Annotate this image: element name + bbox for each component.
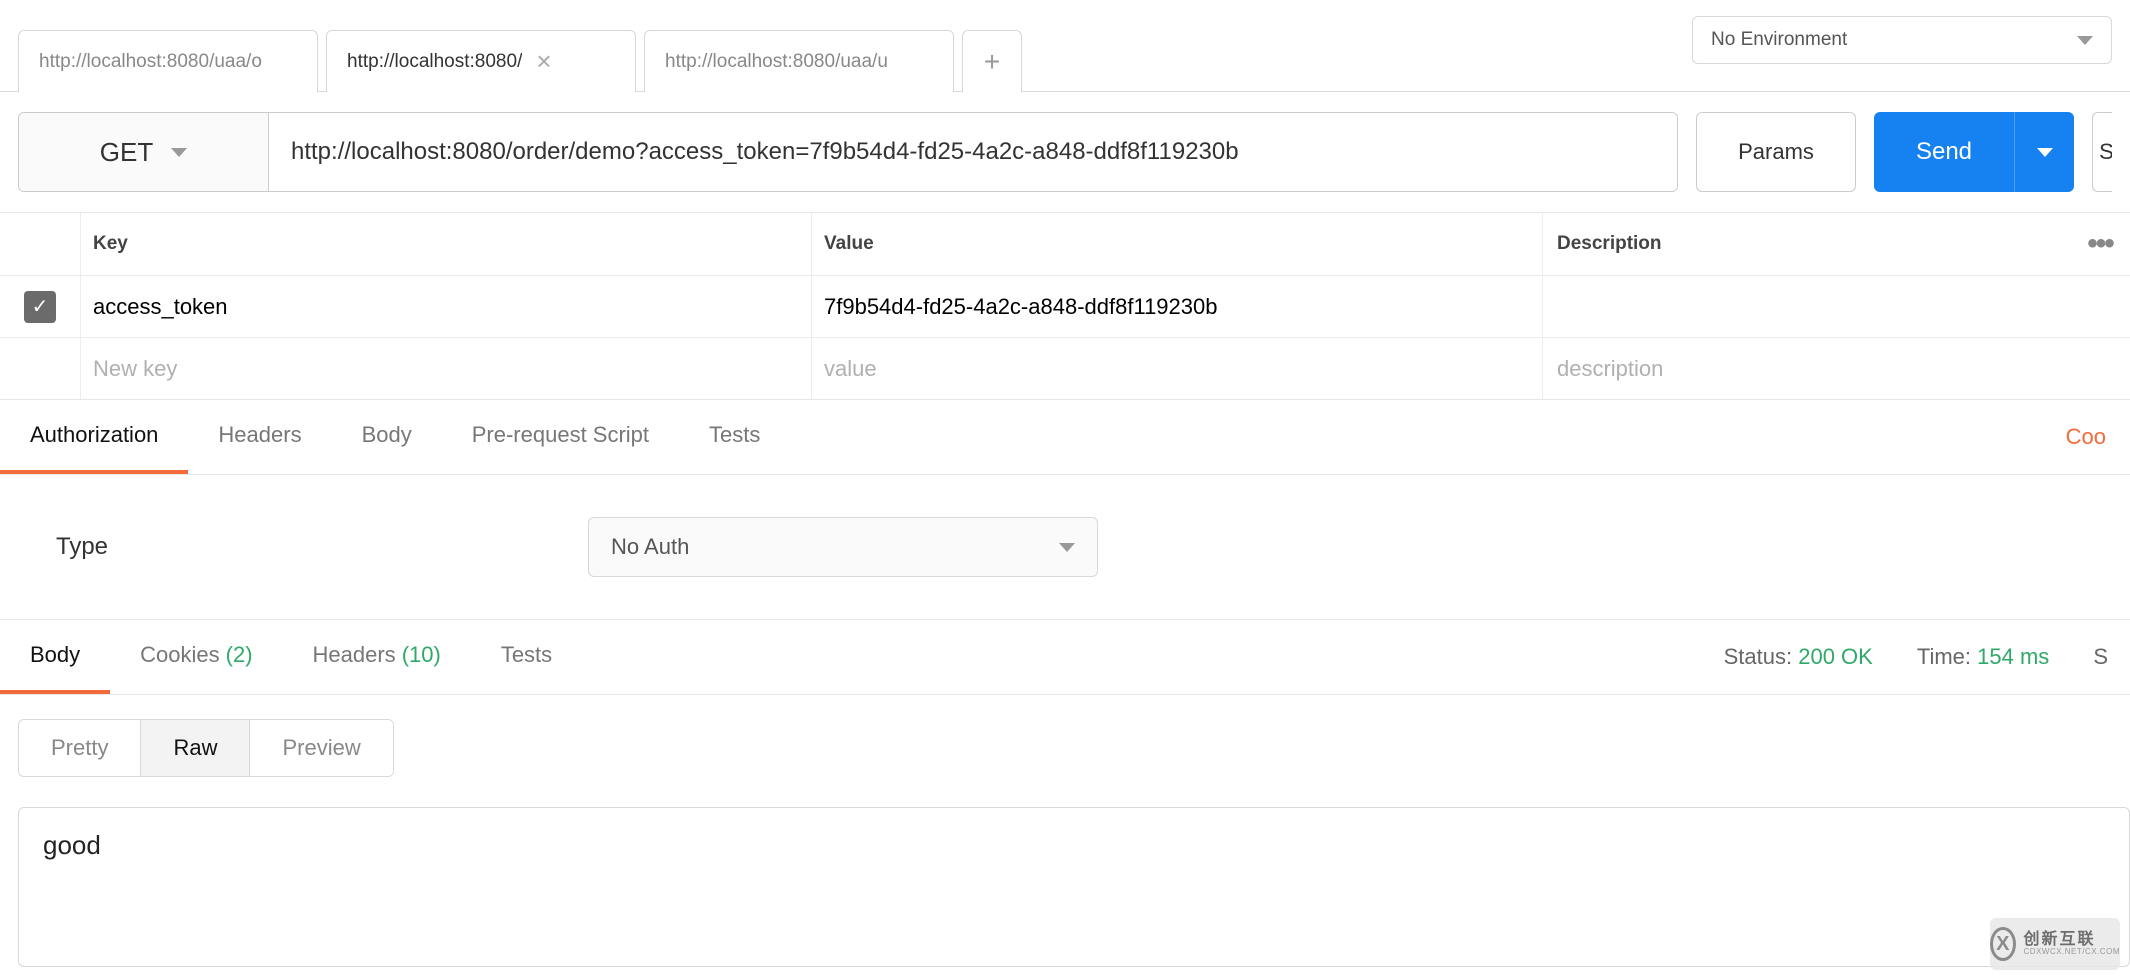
close-icon[interactable]: ×	[536, 46, 551, 77]
new-value-input[interactable]	[824, 356, 1542, 382]
method-select[interactable]: GET	[19, 113, 269, 191]
plus-icon: +	[984, 46, 1000, 78]
request-input-group: GET	[18, 112, 1678, 192]
table-row	[0, 275, 2130, 337]
watermark-icon: X	[1990, 927, 2016, 961]
params-more-button[interactable]: •••	[2070, 227, 2130, 261]
watermark: X 创新互联 CDXWCX.NET/CX.COM	[1990, 918, 2120, 970]
resp-tab-cookies[interactable]: Cookies(2)	[110, 620, 282, 694]
tab-2[interactable]: http://localhost:8080/uaa/u	[644, 30, 954, 92]
response-view-toggle: Pretty Raw Preview	[18, 719, 394, 777]
tab-0[interactable]: http://localhost:8080/uaa/o	[18, 30, 318, 92]
status-value: 200 OK	[1798, 644, 1873, 669]
size-label-edge: S	[2093, 644, 2108, 670]
tab-prerequest-script[interactable]: Pre-request Script	[442, 400, 679, 474]
new-description-input[interactable]	[1557, 356, 2070, 382]
method-label: GET	[100, 137, 153, 168]
tab-body[interactable]: Body	[332, 400, 442, 474]
tab-authorization[interactable]: Authorization	[0, 400, 188, 474]
params-table: Key Value Description •••	[0, 212, 2130, 400]
request-row: GET Params Send S	[0, 92, 2130, 212]
save-button-edge[interactable]: S	[2092, 112, 2112, 192]
tab-0-label: http://localhost:8080/uaa/o	[39, 51, 262, 73]
more-icon: •••	[2087, 227, 2113, 261]
response-meta: Status: 200 OK Time: 154 ms S	[1724, 644, 2108, 670]
time-label: Time:	[1917, 644, 1971, 669]
table-row-new	[0, 337, 2130, 399]
send-button[interactable]: Send	[1874, 112, 2014, 192]
view-raw-button[interactable]: Raw	[141, 720, 250, 776]
tab-1-label: http://localhost:8080/	[347, 51, 522, 73]
param-key-input[interactable]	[93, 294, 811, 320]
new-tab-button[interactable]: +	[962, 30, 1022, 92]
send-dropdown-button[interactable]	[2014, 112, 2074, 192]
auth-type-value: No Auth	[611, 534, 689, 560]
chevron-down-icon	[2037, 148, 2053, 157]
status-label: Status:	[1724, 644, 1792, 669]
environment-select[interactable]: No Environment	[1692, 16, 2112, 64]
cookies-link[interactable]: Coo	[2066, 424, 2106, 450]
resp-tab-body[interactable]: Body	[0, 620, 110, 694]
tab-1[interactable]: http://localhost:8080/ ×	[326, 30, 636, 92]
watermark-domain: CDXWCX.NET/CX.COM	[2024, 948, 2121, 956]
authorization-panel: Type No Auth	[0, 475, 2130, 620]
url-input[interactable]	[269, 113, 1677, 191]
chevron-down-icon	[1059, 543, 1075, 552]
resp-tab-headers[interactable]: Headers(10)	[283, 620, 471, 694]
chevron-down-icon	[2077, 36, 2093, 45]
watermark-brand: 创新互联	[2024, 932, 2121, 948]
response-section-tabs: Body Cookies(2) Headers(10) Tests Status…	[0, 620, 2130, 695]
auth-type-label: Type	[56, 533, 108, 561]
params-button[interactable]: Params	[1696, 112, 1856, 192]
auth-type-select[interactable]: No Auth	[588, 517, 1098, 577]
params-header-value: Value	[812, 233, 1542, 255]
tab-headers[interactable]: Headers	[188, 400, 331, 474]
tab-tests[interactable]: Tests	[679, 400, 790, 474]
environment-area: No Environment	[1692, 16, 2112, 64]
param-enabled-checkbox[interactable]	[24, 291, 56, 323]
params-header-row: Key Value Description •••	[0, 213, 2130, 275]
response-body[interactable]: good	[18, 807, 2130, 967]
params-header-key: Key	[81, 233, 811, 255]
param-value-input[interactable]	[824, 294, 1542, 320]
request-section-tabs: Authorization Headers Body Pre-request S…	[0, 400, 2130, 475]
environment-label: No Environment	[1711, 29, 1847, 51]
chevron-down-icon	[171, 148, 187, 157]
params-header-description: Description	[1543, 233, 2070, 255]
view-pretty-button[interactable]: Pretty	[19, 720, 141, 776]
resp-tab-tests[interactable]: Tests	[471, 620, 582, 694]
new-key-input[interactable]	[93, 356, 811, 382]
param-description-input[interactable]	[1557, 294, 2070, 320]
tab-2-label: http://localhost:8080/uaa/u	[665, 51, 888, 73]
view-preview-button[interactable]: Preview	[250, 720, 392, 776]
send-button-group: Send	[1874, 112, 2074, 192]
request-tabs-bar: http://localhost:8080/uaa/o http://local…	[0, 0, 1022, 92]
time-value: 154 ms	[1977, 644, 2049, 669]
